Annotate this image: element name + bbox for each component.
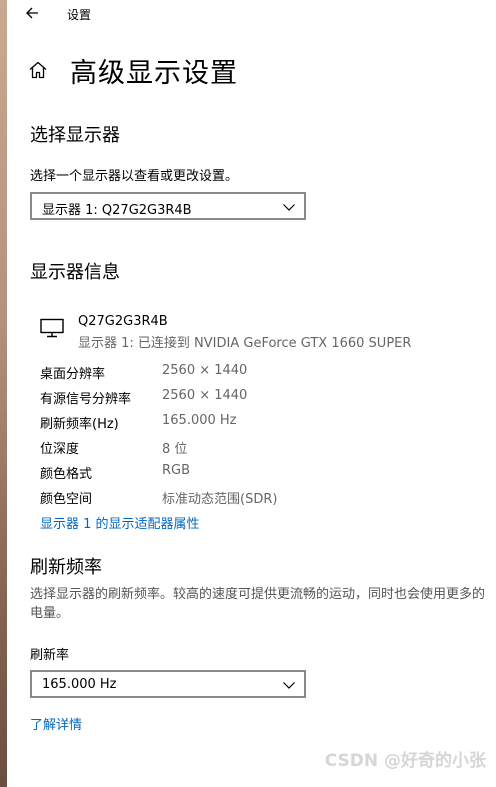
info-label: 颜色格式 [40,467,93,482]
app-title: 设置 [67,8,92,22]
info-row: 桌面分辨率 2560 × 1440 [40,363,460,385]
info-label: 有源信号分辨率 [40,392,132,407]
info-value: 2560 × 1440 [162,363,248,378]
title-bar: 设置 [7,0,496,28]
refresh-rate-heading: 刷新频率 [30,557,102,578]
info-label: 刷新频率(Hz) [40,417,119,432]
select-display-heading: 选择显示器 [30,125,120,146]
info-row: 颜色格式 RGB [40,463,460,485]
refresh-rate-dropdown[interactable]: 165.000 Hz [30,670,306,698]
back-arrow-icon [26,7,38,19]
info-value: 8 位 [162,442,188,457]
info-value: 165.000 Hz [162,413,237,428]
monitor-connection: 显示器 1: 已连接到 NVIDIA GeForce GTX 1660 SUPE… [78,336,412,351]
info-label: 桌面分辨率 [40,367,106,382]
display-select-value: 显示器 1: Q27G2G3R4B [42,203,192,218]
display-select-dropdown[interactable]: 显示器 1: Q27G2G3R4B [30,192,306,220]
info-row: 刷新频率(Hz) 165.000 Hz [40,413,460,435]
info-row: 有源信号分辨率 2560 × 1440 [40,388,460,410]
watermark: CSDN @好奇的小张 [324,751,486,771]
refresh-rate-description: 选择显示器的刷新频率。较高的速度可提供更流畅的运动，同时也会使用更多的电量。 [30,587,486,621]
refresh-rate-label: 刷新率 [30,648,70,663]
monitor-icon [40,318,64,338]
chevron-down-icon [283,682,295,689]
info-label: 位深度 [40,442,80,457]
info-value: 标准动态范围(SDR) [162,492,278,507]
learn-more-link[interactable]: 了解详情 [30,714,82,733]
info-label: 颜色空间 [40,492,93,507]
home-icon[interactable] [28,59,50,81]
desktop-edge [0,0,7,787]
back-button[interactable] [21,2,43,24]
info-value: 2560 × 1440 [162,388,248,403]
info-value: RGB [162,463,191,478]
info-row: 颜色空间 标准动态范围(SDR) [40,488,460,510]
display-info-heading: 显示器信息 [30,262,120,283]
chevron-down-icon [283,204,295,211]
page-header: 高级显示设置 [28,52,238,89]
monitor-name: Q27G2G3R4B [78,314,168,329]
info-row: 位深度 8 位 [40,438,460,460]
select-display-instruction: 选择一个显示器以查看或更改设置。 [30,169,239,184]
refresh-rate-value: 165.000 Hz [42,677,117,692]
page-title: 高级显示设置 [70,57,238,89]
adapter-properties-link[interactable]: 显示器 1 的显示适配器属性 [40,513,200,532]
